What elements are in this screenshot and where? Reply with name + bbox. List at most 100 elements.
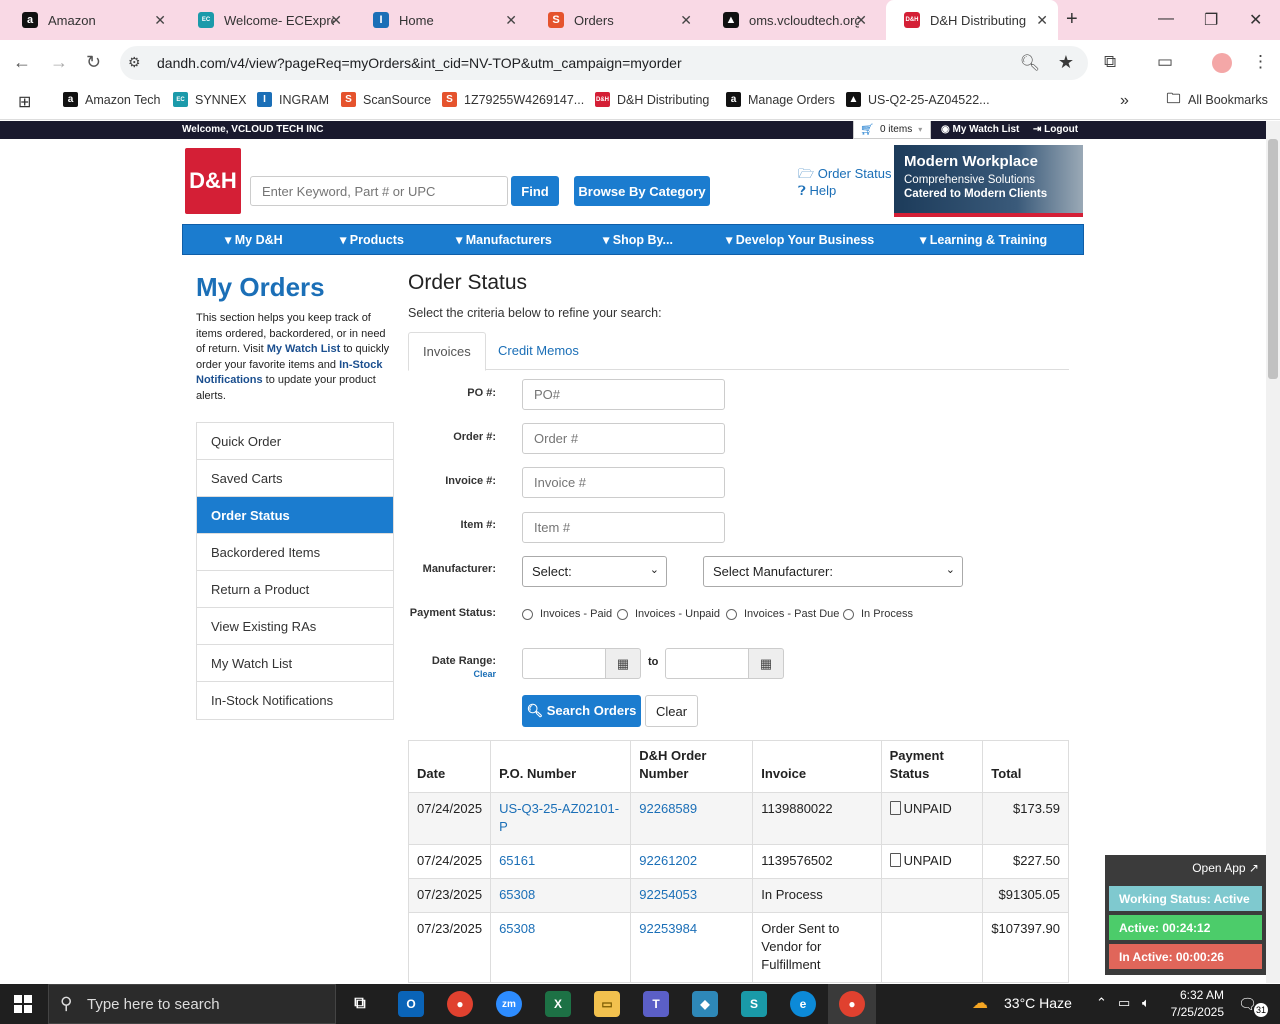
new-tab-button[interactable]: +: [1066, 8, 1078, 31]
nav-learning[interactable]: ▾ Learning & Training: [920, 232, 1047, 247]
order-link[interactable]: 92253984: [639, 921, 697, 936]
open-app-link[interactable]: Open App ↗: [1192, 861, 1259, 875]
apps-icon[interactable]: ⊞: [18, 92, 31, 112]
outlook-icon[interactable]: O: [398, 991, 424, 1017]
bookmark-star-icon[interactable]: ★: [1058, 52, 1074, 73]
radio-circle[interactable]: [726, 608, 737, 620]
nav-shop-by[interactable]: ▾ Shop By...: [603, 232, 673, 247]
calendar-icon[interactable]: ▦: [605, 648, 641, 679]
teams-icon[interactable]: T: [643, 991, 669, 1017]
taskbar-search[interactable]: ⚲ Type here to search: [48, 984, 336, 1024]
scrollbar-thumb[interactable]: [1268, 139, 1278, 379]
zoom-app-icon[interactable]: zm: [496, 991, 522, 1017]
radio-unpaid[interactable]: Invoices - Unpaid: [617, 608, 720, 620]
browser-tab[interactable]: a Amazon ✕: [4, 0, 176, 40]
bookmark-item[interactable]: S 1Z79255W4269147...: [442, 92, 584, 107]
reload-icon[interactable]: ↻: [86, 52, 101, 73]
bookmark-item[interactable]: ▲ US-Q2-25-AZ04522...: [846, 92, 990, 107]
browse-category-button[interactable]: Browse By Category: [574, 176, 710, 206]
watchlist-inline-link[interactable]: My Watch List: [267, 343, 341, 355]
order-link[interactable]: 92254053: [639, 887, 697, 902]
bookmark-item[interactable]: S ScanSource: [341, 92, 431, 107]
excel-icon[interactable]: X: [545, 991, 571, 1017]
bookmark-item[interactable]: a Amazon Tech: [63, 92, 161, 107]
invoice-doc-icon[interactable]: [889, 801, 901, 815]
find-button[interactable]: Find: [511, 176, 559, 206]
logout-link[interactable]: ⇥ Logout: [1033, 124, 1078, 135]
radio-past-due[interactable]: Invoices - Past Due: [726, 608, 839, 620]
forward-icon[interactable]: →: [50, 52, 68, 73]
nav-my-dh[interactable]: ▾ My D&H: [225, 232, 283, 247]
manufacturer-select[interactable]: Select Manufacturer: ⌄: [703, 556, 963, 587]
extensions-icon[interactable]: ⧉: [1104, 52, 1116, 72]
network-icon[interactable]: ▭: [1118, 995, 1130, 1011]
all-bookmarks[interactable]: 🗀 All Bookmarks: [1166, 90, 1268, 107]
close-tab-icon[interactable]: ✕: [1036, 12, 1048, 29]
date-clear-link[interactable]: Clear: [408, 669, 496, 679]
order-link[interactable]: 92261202: [639, 853, 697, 868]
manufacturer-select-type[interactable]: Select: ⌄: [522, 556, 667, 587]
calendar-icon[interactable]: ▦: [748, 648, 784, 679]
bookmark-item[interactable]: EC SYNNEX: [173, 92, 246, 107]
radio-circle[interactable]: [522, 608, 533, 620]
chrome-icon[interactable]: ●: [839, 991, 865, 1017]
clock[interactable]: 6:32 AM 7/25/2025: [1168, 987, 1224, 1021]
app-diamond-icon[interactable]: ◆: [692, 991, 718, 1017]
chrome-icon[interactable]: ●: [447, 991, 473, 1017]
side-item-saved-carts[interactable]: Saved Carts: [197, 460, 393, 497]
minimize-icon[interactable]: —: [1158, 10, 1174, 28]
radio-paid[interactable]: Invoices - Paid: [522, 608, 612, 620]
side-item-watch-list[interactable]: My Watch List: [197, 645, 393, 682]
help-link[interactable]: ❓︎ Help: [798, 183, 836, 199]
zoom-icon[interactable]: 🔍︎: [1020, 53, 1040, 73]
invoice-input[interactable]: [522, 467, 725, 498]
nav-manufacturers[interactable]: ▾ Manufacturers: [456, 232, 552, 247]
tab-credit-memos[interactable]: Credit Memos: [484, 332, 593, 371]
tab-invoices[interactable]: Invoices: [408, 332, 486, 371]
keyword-search-input[interactable]: [250, 176, 508, 206]
bookmark-item[interactable]: I INGRAM: [257, 92, 329, 107]
po-link[interactable]: 65161: [499, 853, 535, 868]
browser-tab[interactable]: ▲ oms.vcloudtech.org ✕: [705, 0, 877, 40]
nav-develop-business[interactable]: ▾ Develop Your Business: [726, 232, 874, 247]
edge-icon[interactable]: e: [790, 991, 816, 1017]
tray-chevron-icon[interactable]: ⌃: [1096, 995, 1107, 1011]
search-orders-button[interactable]: 🔍︎ Search Orders: [522, 695, 641, 727]
side-item-order-status[interactable]: Order Status: [197, 497, 393, 534]
restore-icon[interactable]: ❐: [1204, 10, 1218, 30]
order-input[interactable]: [522, 423, 725, 454]
po-input[interactable]: [522, 379, 725, 410]
close-tab-icon[interactable]: ✕: [680, 12, 692, 29]
po-link[interactable]: 65308: [499, 921, 535, 936]
close-tab-icon[interactable]: ✕: [154, 12, 166, 29]
cart-button[interactable]: 🛒︎ 0 items ▾: [853, 121, 931, 139]
po-link[interactable]: US-Q3-25-AZ02101-P: [499, 801, 619, 834]
bookmark-item[interactable]: a Manage Orders: [726, 92, 835, 107]
radio-in-process[interactable]: In Process: [843, 608, 913, 620]
close-window-icon[interactable]: ✕: [1249, 10, 1262, 30]
radio-circle[interactable]: [843, 608, 854, 620]
po-link[interactable]: 65308: [499, 887, 535, 902]
close-tab-icon[interactable]: ✕: [330, 12, 342, 29]
bookmark-item[interactable]: D&H D&H Distributing: [595, 92, 709, 107]
url-text[interactable]: dandh.com/v4/view?pageReq=myOrders&int_c…: [157, 55, 682, 71]
dh-logo[interactable]: D&H: [185, 148, 241, 214]
side-item-quick-order[interactable]: Quick Order: [197, 423, 393, 460]
profile-avatar[interactable]: [1212, 53, 1232, 73]
watchlist-link[interactable]: ◉ My Watch List: [941, 124, 1019, 135]
browser-tab[interactable]: I Home ✕: [355, 0, 527, 40]
promo-banner[interactable]: Modern Workplace Comprehensive Solutions…: [894, 145, 1083, 217]
site-info-icon[interactable]: ⚙: [128, 54, 141, 71]
side-item-instock[interactable]: In-Stock Notifications: [197, 682, 393, 719]
app-s-icon[interactable]: S: [741, 991, 767, 1017]
side-item-backordered[interactable]: Backordered Items: [197, 534, 393, 571]
item-input[interactable]: [522, 512, 725, 543]
weather-text[interactable]: 33°C Haze: [1004, 995, 1072, 1011]
invoice-doc-icon[interactable]: [889, 853, 901, 867]
more-bookmarks-icon[interactable]: »: [1120, 92, 1129, 110]
date-from-input[interactable]: [522, 648, 606, 679]
back-icon[interactable]: ←: [13, 52, 31, 73]
browser-tab[interactable]: EC Welcome- ECExpre ✕: [180, 0, 352, 40]
browser-tab[interactable]: S Orders ✕: [530, 0, 702, 40]
volume-icon[interactable]: 🔈︎: [1142, 995, 1150, 1011]
